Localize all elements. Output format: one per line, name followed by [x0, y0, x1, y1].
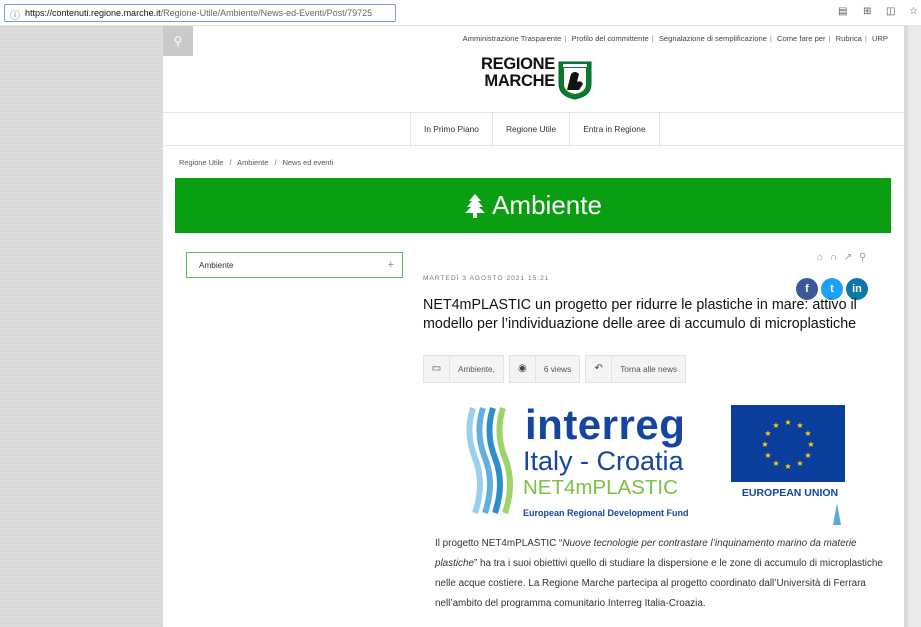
interreg-wordmark: interreg [525, 401, 686, 448]
article-title: NET4mPLASTIC un progetto per ridurre le … [423, 297, 857, 332]
nav-item-entra-in-regione[interactable]: Entra in Regione [569, 113, 660, 147]
folder-icon: ▭ [424, 355, 450, 383]
reader-icon[interactable]: ▤ [838, 6, 847, 17]
breadcrumb-regione-utile[interactable]: Regione Utile [179, 158, 223, 167]
svg-text:★: ★ [804, 429, 811, 438]
address-bar[interactable]: ⓘ https://contenuti.regione.marche.it/Re… [4, 4, 396, 22]
eu-flag-icon: ★ ★★ ★★★ ★★★ ★★★ [731, 405, 845, 482]
tree-icon [465, 193, 486, 218]
svg-text:★: ★ [772, 459, 779, 468]
top-link-come-fare[interactable]: Come fare per [777, 34, 826, 43]
svg-text:★: ★ [804, 451, 811, 460]
wave-icon [466, 407, 513, 514]
svg-text:★: ★ [761, 440, 768, 449]
breadcrumb: Regione Utile / Ambiente / News ed event… [179, 158, 333, 167]
section-banner: Ambiente [175, 178, 891, 233]
body-intro: Il progetto NET4mPLASTIC “ [435, 538, 563, 549]
section-title: Ambiente [492, 190, 602, 220]
body-rest: ” ha tra i suoi obiettivi quello di stud… [435, 558, 883, 609]
split-icon[interactable]: ◫ [886, 6, 895, 17]
nav-item-regione-utile[interactable]: Regione Utile [491, 113, 569, 147]
svg-text:★: ★ [807, 440, 814, 449]
logo-text: REGIONE MARCHE [475, 56, 555, 90]
interreg-logo-image: interreg Italy - Croatia NET4mPLASTIC Eu… [463, 403, 853, 528]
article-meta: ▭ Ambiente, ◉ 6 views ↶ Torna alle news [423, 355, 691, 385]
top-link-committente[interactable]: Profilo del committente [571, 34, 648, 43]
url-path: /Regione-Utile/Ambiente/News-ed-Eventi/P… [160, 8, 373, 18]
svg-text:★: ★ [764, 451, 771, 460]
external-link-icon[interactable]: ↗ [844, 252, 852, 263]
nav-item-primo-piano[interactable]: In Primo Piano [410, 113, 492, 147]
rss-icon[interactable]: ∩ [830, 252, 837, 263]
top-link-trasparente[interactable]: Amministrazione Trasparente [463, 34, 562, 43]
site-page: ⚲ Amministrazione Trasparente | Profilo d… [163, 26, 904, 627]
views-label: 6 views [543, 364, 572, 374]
svg-text:★: ★ [764, 429, 771, 438]
grid-icon[interactable]: ⊞ [863, 6, 871, 17]
home-icon[interactable]: ⌂ [817, 252, 823, 263]
main-nav: In Primo Piano Regione Utile Entra in Re… [163, 112, 904, 147]
fund-name: European Regional Development Fund [523, 508, 689, 518]
breadcrumb-separator: / [274, 158, 277, 167]
browser-toolbar: ⓘ https://contenuti.regione.marche.it/Re… [0, 0, 921, 26]
url-text[interactable]: https://contenuti.regione.marche.it/Regi… [25, 8, 372, 18]
search-icon[interactable]: ⚲ [859, 252, 866, 263]
sidebar-item-ambiente[interactable]: Ambiente + [186, 252, 403, 278]
svg-text:★: ★ [772, 421, 779, 430]
eu-label: EUROPEAN UNION [741, 487, 839, 499]
logo-line1: REGIONE [481, 55, 555, 73]
breadcrumb-ambiente[interactable]: Ambiente [237, 158, 268, 167]
eye-icon: ◉ [510, 355, 536, 383]
search-icon[interactable]: ⚲ [163, 26, 193, 56]
breadcrumb-separator: / [229, 158, 232, 167]
top-links: Amministrazione Trasparente | Profilo del… [462, 34, 888, 43]
category-label: Ambiente, [458, 364, 495, 374]
top-link-rubrica[interactable]: Rubrica [836, 34, 862, 43]
shield-icon [558, 61, 592, 100]
views-badge: ◉ 6 views [508, 355, 581, 383]
scrollbar[interactable] [908, 26, 921, 627]
logo-line2: MARCHE [484, 72, 555, 90]
breadcrumb-news: News ed eventi [282, 158, 334, 167]
top-link-urp[interactable]: URP [872, 34, 888, 43]
regione-marche-logo[interactable]: REGIONE MARCHE [475, 56, 595, 106]
url-domain: https://contenuti.regione.marche.it [25, 8, 161, 18]
back-label: Torna alle news [620, 364, 678, 374]
svg-text:★: ★ [784, 418, 791, 427]
svg-text:★: ★ [784, 462, 791, 471]
article-date: MARTEDÌ 3 AGOSTO 2021 15:21 [423, 275, 550, 282]
svg-text:★: ★ [796, 421, 803, 430]
project-name: NET4mPLASTIC [523, 476, 678, 499]
article-body: Il progetto NET4mPLASTIC “Nuove tecnolog… [435, 534, 885, 614]
page-info-icon[interactable]: ⓘ [10, 7, 20, 22]
program-name: Italy - Croatia [523, 446, 684, 476]
eu-accent [833, 503, 841, 525]
favorite-icon[interactable]: ☆ [909, 6, 918, 17]
category-button[interactable]: ▭ Ambiente, [423, 355, 504, 383]
sidebar-item-label: Ambiente [199, 261, 234, 270]
article-tools: ⌂ ∩ ↗ ⚲ [813, 252, 866, 263]
back-icon: ↶ [586, 355, 613, 383]
expand-icon[interactable]: + [388, 259, 394, 271]
back-to-news-button[interactable]: ↶ Torna alle news [585, 355, 687, 383]
top-link-semplificazione[interactable]: Segnalazione di semplificazione [659, 34, 767, 43]
svg-text:★: ★ [796, 459, 803, 468]
